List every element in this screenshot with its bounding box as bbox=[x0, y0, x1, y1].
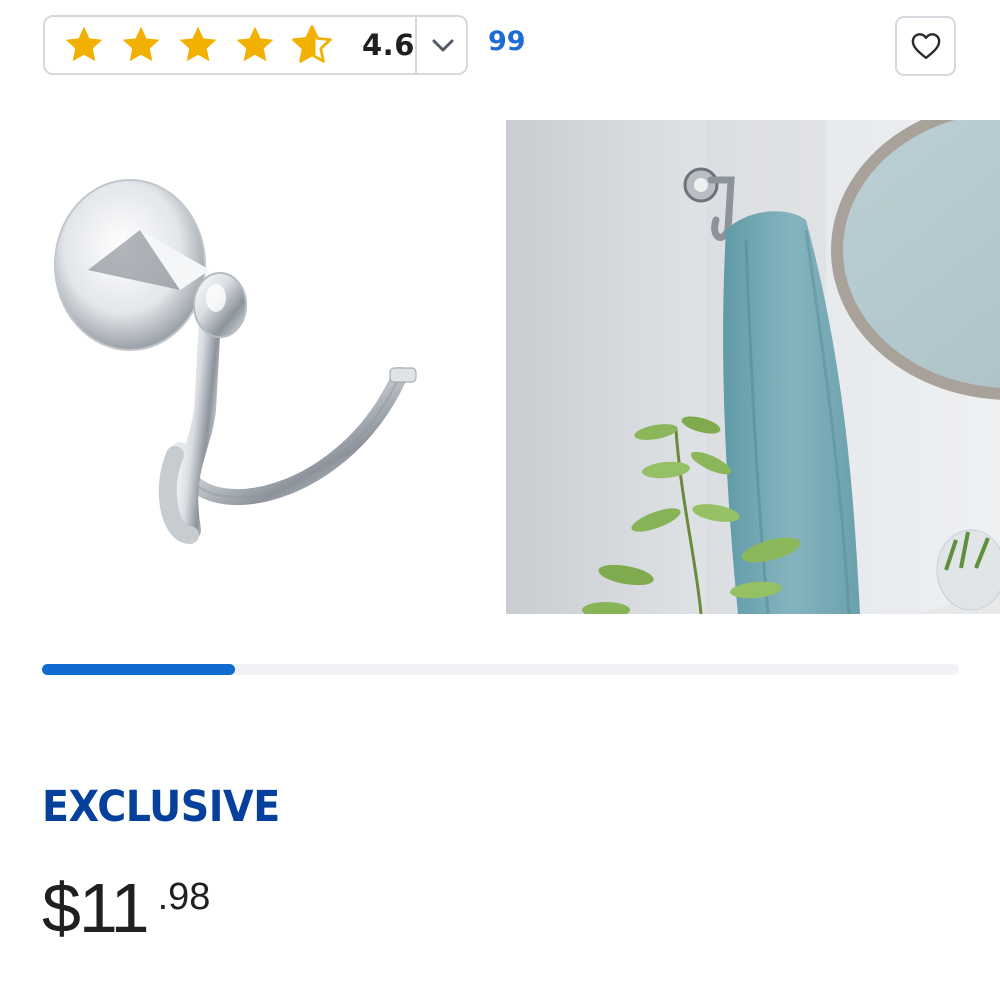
heart-icon bbox=[911, 33, 940, 60]
star-icon bbox=[122, 26, 160, 62]
star-rating: 4.6 bbox=[45, 24, 415, 66]
rating-dropdown-button[interactable] bbox=[417, 17, 468, 73]
chevron-down-icon bbox=[432, 39, 453, 52]
star-half-icon bbox=[292, 25, 332, 63]
rating-value: 4.6 bbox=[362, 28, 415, 62]
product-price: $11 .98 bbox=[42, 868, 210, 948]
rating-summary[interactable]: 4.6 bbox=[43, 15, 468, 75]
star-icon bbox=[65, 26, 103, 62]
gallery-progress-fill bbox=[42, 664, 235, 675]
review-count-link[interactable]: 99 bbox=[488, 26, 526, 57]
star-icon bbox=[179, 26, 217, 62]
star-icon bbox=[236, 26, 274, 62]
gallery-progress-bar[interactable] bbox=[42, 664, 959, 675]
product-image-hook[interactable] bbox=[40, 150, 460, 600]
price-cents: .98 bbox=[157, 876, 211, 918]
price-dollars: $11 bbox=[42, 869, 150, 947]
product-image-lifestyle[interactable] bbox=[506, 120, 1000, 614]
favorite-button[interactable] bbox=[895, 16, 956, 76]
exclusive-badge: EXCLUSIVE bbox=[42, 782, 280, 832]
